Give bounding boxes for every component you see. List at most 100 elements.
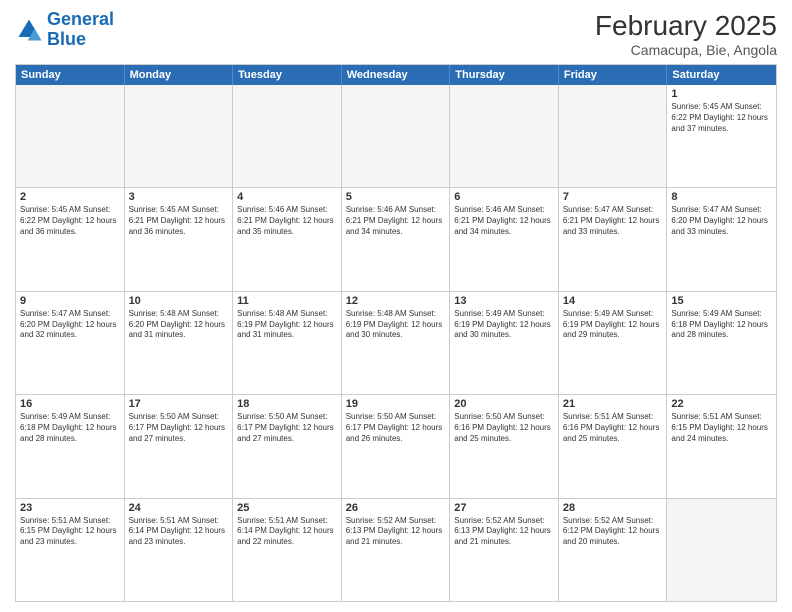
calendar-cell: 4Sunrise: 5:46 AM Sunset: 6:21 PM Daylig… — [233, 188, 342, 290]
calendar-cell: 7 Sunrise: 5:47 AM Sunset: 6:21 PM Daylig… — [559, 188, 668, 290]
calendar-week-1: 2 Sunrise: 5:45 AM Sunset: 6:22 PM Daylig… — [16, 187, 776, 290]
cell-info: Sunrise: 5:48 AM Sunset: 6:19 PM Dayligh… — [237, 309, 337, 341]
day-number: 16 — [20, 398, 120, 410]
header-day-sunday: Sunday — [16, 65, 125, 85]
cell-info: Sunrise: 5:49 AM Sunset: 6:19 PM Dayligh… — [454, 309, 554, 341]
calendar-cell: 9Sunrise: 5:47 AM Sunset: 6:20 PM Daylig… — [16, 292, 125, 394]
cell-info: Sunrise: 5:47 AM Sunset: 6:20 PM Dayligh… — [671, 205, 772, 237]
calendar-cell: 5 Sunrise: 5:46 AM Sunset: 6:21 PM Daylig… — [342, 188, 451, 290]
cell-info: Sunrise: 5:47 AM Sunset: 6:21 PM Dayligh… — [563, 205, 663, 237]
calendar-body: 1 Sunrise: 5:45 AM Sunset: 6:22 PM Daylig… — [16, 85, 776, 601]
day-number: 27 — [454, 502, 554, 514]
logo-line2: Blue — [47, 29, 86, 49]
cell-info: Sunrise: 5:45 AM Sunset: 6:22 PM Dayligh… — [20, 205, 120, 237]
cell-info: Sunrise: 5:50 AM Sunset: 6:17 PM Dayligh… — [129, 412, 229, 444]
cell-info: Sunrise: 5:46 AM Sunset: 6:21 PM Dayligh… — [454, 205, 554, 237]
calendar-cell: 13 Sunrise: 5:49 AM Sunset: 6:19 PM Dayli… — [450, 292, 559, 394]
title-block: February 2025 Camacupa, Bie, Angola — [595, 10, 777, 58]
page: General Blue February 2025 Camacupa, Bie… — [0, 0, 792, 612]
header: General Blue February 2025 Camacupa, Bie… — [15, 10, 777, 58]
calendar-week-2: 9Sunrise: 5:47 AM Sunset: 6:20 PM Daylig… — [16, 291, 776, 394]
cell-info: Sunrise: 5:49 AM Sunset: 6:18 PM Dayligh… — [671, 309, 772, 341]
calendar-cell: 19 Sunrise: 5:50 AM Sunset: 6:17 PM Dayli… — [342, 395, 451, 497]
day-number: 10 — [129, 295, 229, 307]
day-number: 13 — [454, 295, 554, 307]
cell-info: Sunrise: 5:48 AM Sunset: 6:19 PM Dayligh… — [346, 309, 446, 341]
cell-info: Sunrise: 5:49 AM Sunset: 6:19 PM Dayligh… — [563, 309, 663, 341]
calendar-cell: 16Sunrise: 5:49 AM Sunset: 6:18 PM Dayli… — [16, 395, 125, 497]
calendar-week-3: 16Sunrise: 5:49 AM Sunset: 6:18 PM Dayli… — [16, 394, 776, 497]
calendar-cell: 27 Sunrise: 5:52 AM Sunset: 6:13 PM Dayli… — [450, 499, 559, 601]
day-number: 20 — [454, 398, 554, 410]
cell-info: Sunrise: 5:50 AM Sunset: 6:16 PM Dayligh… — [454, 412, 554, 444]
day-number: 9 — [20, 295, 120, 307]
calendar-cell — [233, 85, 342, 187]
calendar-header: SundayMondayTuesdayWednesdayThursdayFrid… — [16, 65, 776, 85]
day-number: 21 — [563, 398, 663, 410]
header-day-friday: Friday — [559, 65, 668, 85]
day-number: 3 — [129, 191, 229, 203]
cell-info: Sunrise: 5:51 AM Sunset: 6:15 PM Dayligh… — [671, 412, 772, 444]
calendar-cell: 17 Sunrise: 5:50 AM Sunset: 6:17 PM Dayli… — [125, 395, 234, 497]
cell-info: Sunrise: 5:52 AM Sunset: 6:12 PM Dayligh… — [563, 516, 663, 548]
calendar-cell — [559, 85, 668, 187]
cell-info: Sunrise: 5:52 AM Sunset: 6:13 PM Dayligh… — [346, 516, 446, 548]
calendar-cell — [342, 85, 451, 187]
calendar-cell: 12 Sunrise: 5:48 AM Sunset: 6:19 PM Dayli… — [342, 292, 451, 394]
day-number: 2 — [20, 191, 120, 203]
calendar-cell — [450, 85, 559, 187]
day-number: 15 — [671, 295, 772, 307]
day-number: 24 — [129, 502, 229, 514]
location: Camacupa, Bie, Angola — [595, 42, 777, 58]
cell-info: Sunrise: 5:46 AM Sunset: 6:21 PM Dayligh… — [346, 205, 446, 237]
cell-info: Sunrise: 5:48 AM Sunset: 6:20 PM Dayligh… — [129, 309, 229, 341]
day-number: 5 — [346, 191, 446, 203]
calendar-cell: 8 Sunrise: 5:47 AM Sunset: 6:20 PM Daylig… — [667, 188, 776, 290]
cell-info: Sunrise: 5:50 AM Sunset: 6:17 PM Dayligh… — [346, 412, 446, 444]
day-number: 7 — [563, 191, 663, 203]
calendar: SundayMondayTuesdayWednesdayThursdayFrid… — [15, 64, 777, 602]
calendar-cell: 14Sunrise: 5:49 AM Sunset: 6:19 PM Dayli… — [559, 292, 668, 394]
calendar-cell — [125, 85, 234, 187]
calendar-cell: 25Sunrise: 5:51 AM Sunset: 6:14 PM Dayli… — [233, 499, 342, 601]
cell-info: Sunrise: 5:50 AM Sunset: 6:17 PM Dayligh… — [237, 412, 337, 444]
month-year: February 2025 — [595, 10, 777, 42]
logo: General Blue — [15, 10, 114, 50]
logo-icon — [15, 16, 43, 44]
header-day-wednesday: Wednesday — [342, 65, 451, 85]
calendar-cell: 15 Sunrise: 5:49 AM Sunset: 6:18 PM Dayli… — [667, 292, 776, 394]
calendar-week-0: 1 Sunrise: 5:45 AM Sunset: 6:22 PM Daylig… — [16, 85, 776, 187]
calendar-cell: 11Sunrise: 5:48 AM Sunset: 6:19 PM Dayli… — [233, 292, 342, 394]
day-number: 28 — [563, 502, 663, 514]
day-number: 25 — [237, 502, 337, 514]
calendar-cell: 28 Sunrise: 5:52 AM Sunset: 6:12 PM Dayli… — [559, 499, 668, 601]
logo-text: General Blue — [47, 10, 114, 50]
calendar-cell: 21 Sunrise: 5:51 AM Sunset: 6:16 PM Dayli… — [559, 395, 668, 497]
day-number: 1 — [671, 88, 772, 100]
day-number: 26 — [346, 502, 446, 514]
cell-info: Sunrise: 5:45 AM Sunset: 6:22 PM Dayligh… — [671, 102, 772, 134]
day-number: 17 — [129, 398, 229, 410]
cell-info: Sunrise: 5:51 AM Sunset: 6:14 PM Dayligh… — [129, 516, 229, 548]
cell-info: Sunrise: 5:51 AM Sunset: 6:15 PM Dayligh… — [20, 516, 120, 548]
day-number: 8 — [671, 191, 772, 203]
day-number: 23 — [20, 502, 120, 514]
cell-info: Sunrise: 5:46 AM Sunset: 6:21 PM Dayligh… — [237, 205, 337, 237]
day-number: 12 — [346, 295, 446, 307]
calendar-cell — [667, 499, 776, 601]
calendar-cell: 26 Sunrise: 5:52 AM Sunset: 6:13 PM Dayli… — [342, 499, 451, 601]
calendar-cell — [16, 85, 125, 187]
day-number: 6 — [454, 191, 554, 203]
calendar-cell: 22 Sunrise: 5:51 AM Sunset: 6:15 PM Dayli… — [667, 395, 776, 497]
header-day-thursday: Thursday — [450, 65, 559, 85]
calendar-cell: 6 Sunrise: 5:46 AM Sunset: 6:21 PM Daylig… — [450, 188, 559, 290]
cell-info: Sunrise: 5:52 AM Sunset: 6:13 PM Dayligh… — [454, 516, 554, 548]
cell-info: Sunrise: 5:45 AM Sunset: 6:21 PM Dayligh… — [129, 205, 229, 237]
calendar-cell: 24 Sunrise: 5:51 AM Sunset: 6:14 PM Dayli… — [125, 499, 234, 601]
cell-info: Sunrise: 5:51 AM Sunset: 6:16 PM Dayligh… — [563, 412, 663, 444]
calendar-cell: 20 Sunrise: 5:50 AM Sunset: 6:16 PM Dayli… — [450, 395, 559, 497]
day-number: 19 — [346, 398, 446, 410]
calendar-cell: 23 Sunrise: 5:51 AM Sunset: 6:15 PM Dayli… — [16, 499, 125, 601]
header-day-tuesday: Tuesday — [233, 65, 342, 85]
day-number: 22 — [671, 398, 772, 410]
